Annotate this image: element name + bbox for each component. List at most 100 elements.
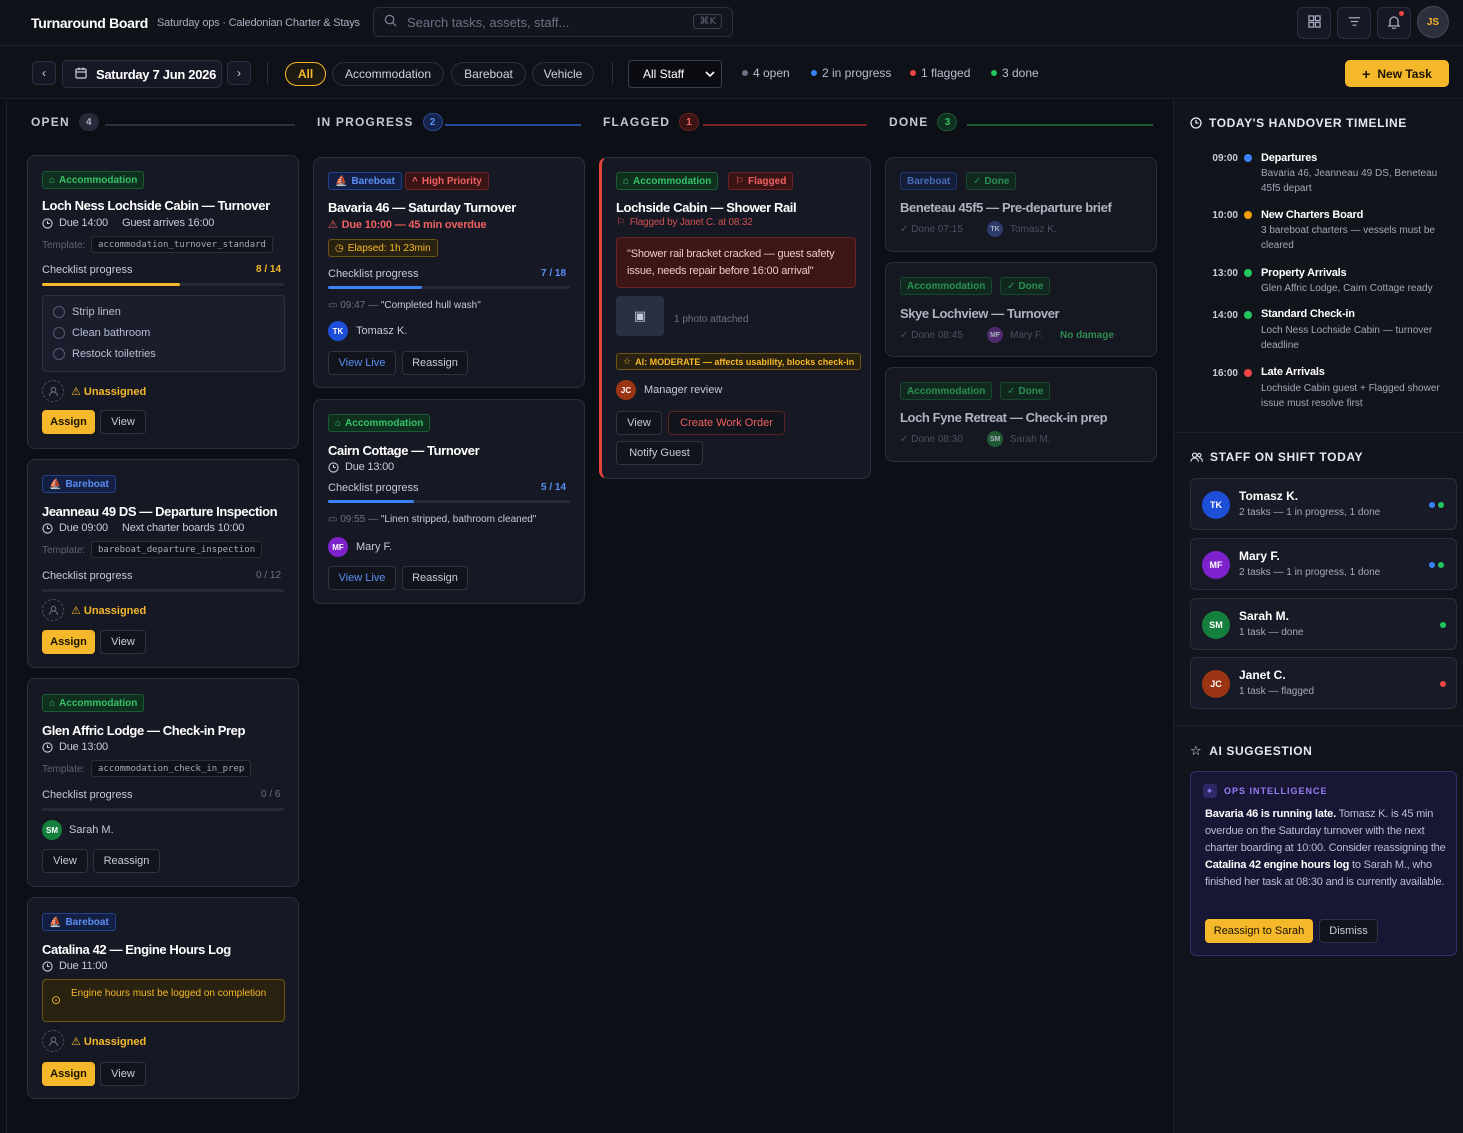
filter-accommodation[interactable]: Accommodation	[332, 62, 444, 86]
grid-view-button[interactable]	[1297, 7, 1331, 39]
view-live-button[interactable]: View Live	[328, 566, 396, 590]
reassign-button[interactable]: Reassign	[93, 849, 160, 873]
view-button[interactable]: View	[100, 630, 146, 654]
priority-tag: ^ High Priority	[405, 172, 489, 190]
status-dot	[1438, 562, 1444, 568]
chevron-right-icon: ›	[237, 66, 241, 80]
clock-icon	[1190, 117, 1202, 129]
assign-button[interactable]: Assign	[42, 1062, 95, 1086]
task-title: Catalina 42 — Engine Hours Log	[42, 942, 231, 957]
filter-all[interactable]: All	[285, 62, 326, 86]
checklist-item[interactable]: Restock toiletries	[53, 348, 156, 360]
user-avatar[interactable]: JS	[1417, 6, 1449, 38]
task-card[interactable]: ⛵ Bareboat Jeanneau 49 DS — Departure Ins…	[27, 459, 299, 668]
category-tag: ⛵ Bareboat	[42, 475, 116, 493]
board-edge	[6, 100, 7, 1133]
photo-thumbnail[interactable]: ▣	[616, 296, 664, 336]
progress-value: 0 / 6	[261, 789, 281, 800]
camera-icon: ▣	[633, 308, 647, 323]
timeline-title: New Charters Board	[1261, 209, 1364, 221]
template-label: Template:	[42, 764, 86, 775]
view-live-button[interactable]: View Live	[328, 351, 396, 375]
staff-card[interactable]: SM Sarah M. 1 task — done	[1190, 598, 1457, 650]
assign-button[interactable]: Assign	[42, 410, 95, 434]
task-card[interactable]: ⌂ Accommodation Loch Ness Lochside Cabin …	[27, 155, 299, 449]
assignee-name: Tomasz K.	[1010, 224, 1057, 235]
column-header-open: OPEN 4	[31, 113, 99, 131]
dismiss-button[interactable]: Dismiss	[1319, 919, 1378, 943]
assign-button[interactable]: Assign	[42, 630, 95, 654]
template-code: accommodation_check_in_prep	[91, 760, 252, 777]
reviewer-label: Manager review	[644, 384, 723, 396]
new-task-button[interactable]: + New Task	[1345, 60, 1449, 87]
view-button[interactable]: View	[616, 411, 662, 435]
view-button[interactable]: View	[42, 849, 88, 873]
ai-suggestion-text: Bavaria 46 is running late. Tomasz K. is…	[1205, 808, 1446, 888]
divider	[1174, 432, 1463, 433]
filter-bareboat[interactable]: Bareboat	[451, 62, 526, 86]
create-work-order-button[interactable]: Create Work Order	[668, 411, 785, 435]
issue-quote: "Shower rail bracket cracked — guest saf…	[616, 237, 856, 288]
warning-icon: ⚠	[71, 386, 81, 398]
warning-icon: ⚠	[71, 605, 81, 617]
timeline-title: Late Arrivals	[1261, 366, 1325, 378]
template-label: Template:	[42, 545, 86, 556]
progress-value: 8 / 14	[256, 264, 282, 275]
task-card[interactable]: Accommodation ✓ Done Loch Fyne Retreat — …	[885, 367, 1157, 462]
task-due: Due 13:00	[42, 741, 108, 753]
staff-card[interactable]: TK Tomasz K. 2 tasks — 1 in progress, 1 …	[1190, 478, 1457, 530]
top-bar: Turnaround Board Saturday ops · Caledoni…	[0, 0, 1463, 46]
search-input[interactable]	[407, 14, 677, 30]
app-subtitle: Saturday ops · Caledonian Charter & Stay…	[157, 16, 360, 29]
staff-card[interactable]: MF Mary F. 2 tasks — 1 in progress, 1 do…	[1190, 538, 1457, 590]
view-button[interactable]: View	[100, 410, 146, 434]
reassign-button[interactable]: Reassign	[402, 351, 468, 375]
task-due-overdue: ⚠ Due 10:00 — 45 min overdue	[328, 218, 487, 232]
staff-select[interactable]: All Staff	[628, 60, 722, 88]
notifications-button[interactable]	[1377, 7, 1411, 39]
task-card[interactable]: ⛵ Bareboat Catalina 42 — Engine Hours Log…	[27, 897, 299, 1099]
timeline-dot	[1244, 211, 1252, 219]
task-due: Due 13:00	[328, 461, 394, 473]
view-button[interactable]: View	[100, 1062, 146, 1086]
task-card[interactable]: Accommodation ✓ Done Skye Lochview — Turn…	[885, 262, 1157, 357]
timeline-time: 16:00	[1212, 368, 1238, 379]
stat-in-progress: 2 in progress	[811, 66, 891, 80]
search-box[interactable]: ⌘K	[373, 7, 733, 37]
reassign-to-sarah-button[interactable]: Reassign to Sarah	[1205, 919, 1313, 943]
boat-icon: ⛵	[49, 478, 62, 490]
task-card[interactable]: ⛵ Bareboat ^ High Priority Bavaria 46 — Sa…	[313, 157, 585, 388]
task-card[interactable]: ⌂ Accommodation Glen Affric Lodge — Check…	[27, 678, 299, 887]
staff-status: 1 task — flagged	[1239, 686, 1315, 697]
checklist-item[interactable]: Clean bathroom	[53, 327, 150, 339]
date-picker[interactable]: Saturday 7 Jun 2026	[62, 60, 222, 88]
staff-card[interactable]: JC Janet C. 1 task — flagged	[1190, 657, 1457, 709]
filter-button[interactable]	[1337, 7, 1371, 39]
flagged-task-card[interactable]: ⌂ Accommodation ⚐ Flagged Lochside Cabin —…	[599, 157, 871, 479]
status-dot	[1440, 622, 1446, 628]
check-icon: ✓	[973, 175, 982, 187]
filter-vehicle[interactable]: Vehicle	[532, 62, 594, 86]
clock-icon	[42, 217, 53, 229]
task-due: Due 11:00	[42, 960, 107, 972]
task-card[interactable]: Bareboat ✓ Done Beneteau 45f5 — Pre-depar…	[885, 157, 1157, 252]
checklist-item[interactable]: Strip linen	[53, 306, 121, 318]
progress-bar	[42, 808, 284, 811]
category-tag: Bareboat	[900, 172, 958, 190]
calendar-icon	[75, 67, 96, 82]
notify-guest-button[interactable]: Notify Guest	[616, 441, 703, 465]
user-icon	[42, 380, 64, 402]
stat-open: 4 open	[742, 66, 790, 80]
notification-dot	[1399, 11, 1404, 16]
template-label: Template:	[42, 240, 86, 251]
column-header-in-progress: IN PROGRESS 2	[317, 113, 443, 131]
divider	[1174, 725, 1463, 726]
avatar: SM	[1202, 611, 1230, 639]
reassign-button[interactable]: Reassign	[402, 566, 468, 590]
progress-bar	[42, 589, 284, 592]
prev-day-button[interactable]: ‹	[32, 61, 56, 85]
next-day-button[interactable]: ›	[227, 61, 251, 85]
timeline-time: 09:00	[1212, 153, 1238, 164]
timeline-dot	[1244, 311, 1252, 319]
task-card[interactable]: ⌂ Accommodation Cairn Cottage — Turnover …	[313, 399, 585, 604]
